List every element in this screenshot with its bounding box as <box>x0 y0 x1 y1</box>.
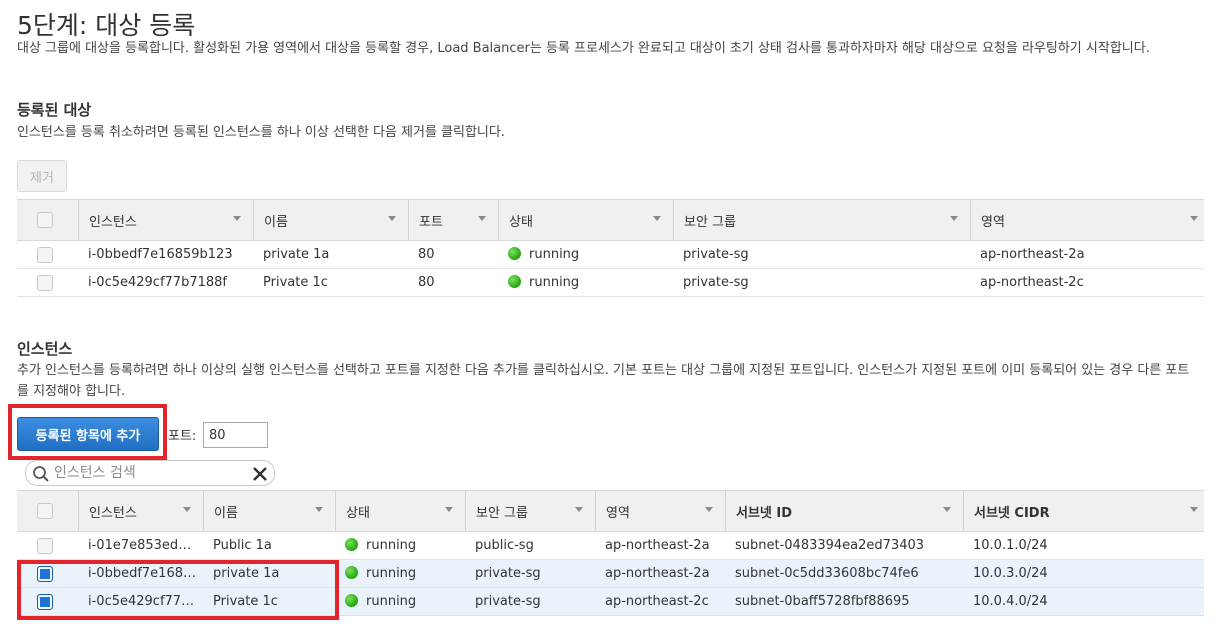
cell-zone: ap-northeast-2c <box>589 587 719 616</box>
cell-subnet-cidr: 10.0.3.0/24 <box>957 559 1204 588</box>
cell-security-group: private-sg <box>667 240 964 269</box>
search-icon <box>33 466 49 482</box>
cell-subnet-id: subnet-0c5dd33608bc74fe6 <box>719 559 957 588</box>
running-status-icon <box>508 247 521 260</box>
column-header-security-group[interactable]: 보안 그룹 <box>459 490 589 532</box>
column-header-port[interactable]: 포트 <box>402 199 492 241</box>
instances-header-row: 인스턴스 이름 상태 보안 그룹 영역 서브넷 ID 서브넷 CIDR <box>17 490 1204 532</box>
remove-button[interactable]: 제거 <box>17 160 67 192</box>
cell-status: running <box>329 559 459 588</box>
select-all-header[interactable] <box>17 490 72 532</box>
cell-status: running <box>329 531 459 560</box>
highlight-box-add-button <box>8 404 167 460</box>
sort-icon[interactable] <box>943 507 951 512</box>
table-row[interactable]: i-0c5e429cf77b7188f Private 1c 80 runnin… <box>17 268 1204 297</box>
column-header-zone[interactable]: 영역 <box>589 490 719 532</box>
running-status-icon <box>508 275 521 288</box>
sort-icon[interactable] <box>1190 216 1198 221</box>
row-checkbox[interactable] <box>37 537 53 554</box>
running-status-icon <box>345 538 358 551</box>
column-header-instance[interactable]: 인스턴스 <box>72 199 247 241</box>
running-status-icon <box>345 594 358 607</box>
highlight-box-selected-rows <box>17 560 339 620</box>
page-description: 대상 그룹에 대상을 등록합니다. 활성화된 가용 영역에서 대상을 등록할 경… <box>17 41 1150 56</box>
column-header-security-group[interactable]: 보안 그룹 <box>667 199 964 241</box>
sort-icon[interactable] <box>653 216 661 221</box>
cell-security-group: private-sg <box>459 587 589 616</box>
select-all-checkbox[interactable] <box>37 212 53 228</box>
registered-heading: 등록된 대상 <box>17 101 92 119</box>
sort-icon[interactable] <box>315 507 323 512</box>
cell-port: 80 <box>402 268 492 297</box>
cell-name: Private 1c <box>247 268 402 297</box>
sort-icon[interactable] <box>478 216 486 221</box>
sort-icon[interactable] <box>1190 507 1198 512</box>
sort-icon[interactable] <box>705 507 713 512</box>
cell-security-group: public-sg <box>459 531 589 560</box>
table-row[interactable]: i-01e7e853edbf... Public 1a running publ… <box>17 531 1204 560</box>
column-header-zone[interactable]: 영역 <box>964 199 1204 241</box>
column-header-subnet-id[interactable]: 서브넷 ID <box>719 490 957 532</box>
instance-search-input[interactable] <box>52 464 242 482</box>
clear-search-icon[interactable] <box>252 466 268 482</box>
select-all-checkbox[interactable] <box>37 503 53 519</box>
column-header-status[interactable]: 상태 <box>492 199 667 241</box>
cell-status: running <box>492 240 667 269</box>
registered-description: 인스턴스를 등록 취소하려면 등록된 인스턴스를 하나 이상 선택한 다음 제거… <box>17 125 505 140</box>
registered-table: 인스턴스 이름 포트 상태 보안 그룹 영역 i-0bbedf7e16859b1… <box>17 199 1204 297</box>
cell-status: running <box>329 587 459 616</box>
running-status-icon <box>345 566 358 579</box>
cell-name: Public 1a <box>197 531 329 560</box>
table-row[interactable]: i-0bbedf7e16859b123 private 1a 80 runnin… <box>17 240 1204 269</box>
column-header-name[interactable]: 이름 <box>247 199 402 241</box>
registered-header-row: 인스턴스 이름 포트 상태 보안 그룹 영역 <box>17 199 1204 241</box>
column-header-instance[interactable]: 인스턴스 <box>72 490 197 532</box>
instance-search-box[interactable] <box>25 460 275 486</box>
cell-port: 80 <box>402 240 492 269</box>
cell-instance: i-0bbedf7e16859b123 <box>72 240 247 269</box>
instances-description: 추가 인스턴스를 등록하려면 하나 이상의 실행 인스턴스를 선택하고 포트를 … <box>17 363 1190 399</box>
row-checkbox[interactable] <box>37 274 53 291</box>
cell-security-group: private-sg <box>667 268 964 297</box>
sort-icon[interactable] <box>233 216 241 221</box>
cell-instance: i-01e7e853edbf... <box>72 531 197 560</box>
cell-instance: i-0c5e429cf77b7188f <box>72 268 247 297</box>
select-all-header[interactable] <box>17 199 72 241</box>
sort-icon[interactable] <box>445 507 453 512</box>
sort-icon[interactable] <box>950 216 958 221</box>
column-header-name[interactable]: 이름 <box>197 490 329 532</box>
cell-zone: ap-northeast-2a <box>589 559 719 588</box>
column-header-status[interactable]: 상태 <box>329 490 459 532</box>
cell-zone: ap-northeast-2c <box>964 268 1204 297</box>
row-checkbox[interactable] <box>37 246 53 263</box>
page-title: 5단계: 대상 등록 <box>17 11 196 40</box>
cell-subnet-id: subnet-0483394ea2ed73403 <box>719 531 957 560</box>
cell-subnet-id: subnet-0baff5728fbf88695 <box>719 587 957 616</box>
sort-icon[interactable] <box>183 507 191 512</box>
sort-icon[interactable] <box>575 507 583 512</box>
sort-icon[interactable] <box>388 216 396 221</box>
cell-security-group: private-sg <box>459 559 589 588</box>
cell-subnet-cidr: 10.0.1.0/24 <box>957 531 1204 560</box>
column-header-subnet-cidr[interactable]: 서브넷 CIDR <box>957 490 1204 532</box>
port-input[interactable] <box>203 422 268 448</box>
cell-status: running <box>492 268 667 297</box>
instances-heading: 인스턴스 <box>17 340 73 358</box>
cell-name: private 1a <box>247 240 402 269</box>
port-label: 포트: <box>168 429 197 444</box>
cell-zone: ap-northeast-2a <box>964 240 1204 269</box>
cell-subnet-cidr: 10.0.4.0/24 <box>957 587 1204 616</box>
cell-zone: ap-northeast-2a <box>589 531 719 560</box>
